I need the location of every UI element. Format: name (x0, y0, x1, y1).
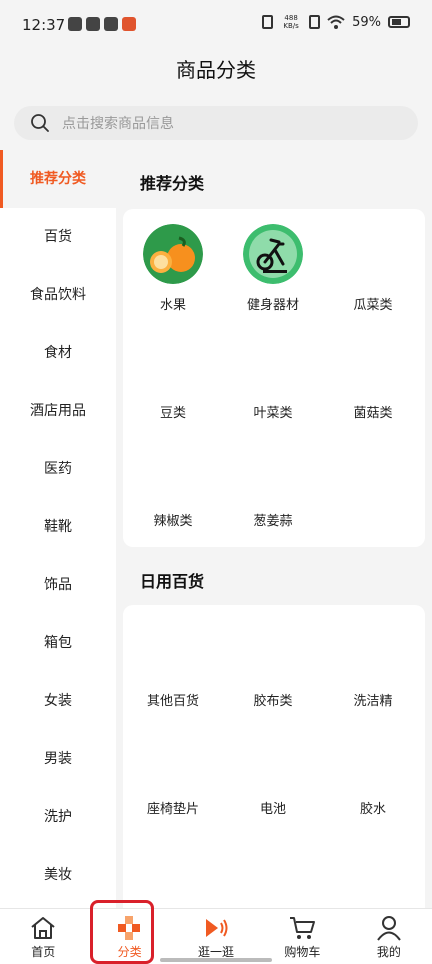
sidebar-item-mens-wear[interactable]: 男装 (0, 730, 116, 788)
category-item[interactable]: 健身器材 (223, 224, 323, 313)
category-label: 辣椒类 (153, 514, 193, 529)
category-label: 洗洁精 (353, 694, 393, 709)
home-indicator (160, 958, 272, 962)
net-speed-unit: KB/s (283, 22, 299, 30)
notification-app-icon (122, 17, 136, 31)
battery-percent: 59% (352, 14, 381, 30)
wifi-icon (327, 15, 345, 29)
net-speed-value: 488 (284, 14, 298, 22)
category-item[interactable]: 瓜菜类 (323, 294, 423, 313)
highlight-box (90, 900, 154, 964)
bottom-tab-bar: 首页 分类 逛一逛 购物车 我的 (0, 908, 432, 964)
category-item[interactable]: 其他百货 (123, 690, 223, 709)
sidebar-item-general-goods[interactable]: 百货 (0, 208, 116, 266)
recommended-card: 水果 健身器材 瓜菜类 豆类 叶菜类 菌菇类 辣椒类 葱姜蒜 (123, 209, 425, 547)
tab-home[interactable]: 首页 (0, 909, 86, 964)
profile-icon (377, 916, 401, 941)
category-item[interactable]: 胶水 (323, 798, 423, 817)
category-label: 水果 (159, 298, 186, 313)
tab-profile[interactable]: 我的 (346, 909, 432, 964)
sidebar-item-food-drinks[interactable]: 食品饮料 (0, 266, 116, 324)
tab-label: 首页 (31, 945, 56, 959)
category-item[interactable]: 洗洁精 (323, 690, 423, 709)
category-label: 瓜菜类 (353, 298, 393, 313)
tab-label: 购物车 (284, 945, 321, 959)
play-sound-icon (206, 919, 228, 937)
vibrate-icon (262, 15, 274, 29)
no-sim-icon (309, 15, 321, 29)
sidebar-item-bags[interactable]: 箱包 (0, 614, 116, 672)
category-item[interactable]: 座椅垫片 (123, 798, 223, 817)
exercise-bike-icon (243, 224, 303, 284)
tab-cart[interactable]: 购物车 (259, 909, 345, 964)
category-label: 其他百货 (146, 694, 199, 709)
section-title-daily-goods: 日用百货 (140, 572, 205, 591)
sidebar-item-medicine[interactable]: 医药 (0, 440, 116, 498)
home-icon (31, 917, 55, 939)
category-item[interactable]: 电池 (223, 798, 323, 817)
cart-icon (290, 917, 316, 939)
daily-goods-card: 其他百货 胶布类 洗洁精 座椅垫片 电池 胶水 (123, 605, 425, 908)
category-label: 电池 (259, 802, 286, 817)
tab-explore[interactable]: 逛一逛 (173, 909, 259, 964)
flower-icon (104, 17, 118, 31)
category-label: 健身器材 (246, 298, 299, 313)
sidebar-item-ingredients[interactable]: 食材 (0, 324, 116, 382)
cloud-icon (68, 17, 82, 31)
sidebar-item-accessories[interactable]: 饰品 (0, 556, 116, 614)
category-sidebar: 推荐分类 百货 食品饮料 食材 酒店用品 医药 鞋靴 饰品 箱包 女装 男装 洗… (0, 150, 116, 908)
sidebar-item-cosmetics[interactable]: 美妆 (0, 846, 116, 904)
sidebar-item-womens-wear[interactable]: 女装 (0, 672, 116, 730)
sidebar-item-recommended[interactable]: 推荐分类 (0, 150, 116, 208)
sidebar-item-shoes[interactable]: 鞋靴 (0, 498, 116, 556)
category-item[interactable]: 辣椒类 (123, 510, 223, 529)
category-label: 胶水 (359, 802, 386, 817)
category-item[interactable]: 葱姜蒜 (223, 510, 323, 529)
tab-label: 我的 (376, 945, 401, 959)
category-label: 菌菇类 (353, 406, 393, 421)
category-item[interactable]: 豆类 (123, 402, 223, 421)
category-item[interactable]: 菌菇类 (323, 402, 423, 421)
sidebar-item-hotel-supplies[interactable]: 酒店用品 (0, 382, 116, 440)
battery-icon (388, 16, 410, 28)
page-title: 商品分类 (176, 58, 256, 82)
status-time: 12:37 (22, 16, 66, 34)
category-label: 豆类 (159, 406, 186, 421)
category-content: 推荐分类 水果 健身器材 瓜菜类 豆类 叶菜类 菌菇类 辣椒类 葱姜蒜 日用百货… (116, 150, 432, 908)
category-item[interactable]: 叶菜类 (223, 402, 323, 421)
category-label: 葱姜蒜 (253, 514, 293, 529)
category-label: 叶菜类 (253, 406, 293, 421)
status-app-icons (68, 17, 136, 31)
status-bar: 12:37 488 KB/s 59% (0, 0, 432, 52)
category-item[interactable]: 水果 (123, 224, 223, 313)
category-label: 胶布类 (253, 694, 293, 709)
search-bar[interactable]: 点击搜索商品信息 (14, 106, 418, 140)
section-title-recommended: 推荐分类 (140, 174, 205, 193)
sidebar-item-personal-care[interactable]: 洗护 (0, 788, 116, 846)
search-placeholder: 点击搜索商品信息 (62, 116, 174, 132)
orange-fruit-icon (143, 224, 203, 284)
net-speed: 488 KB/s (280, 14, 302, 30)
status-indicators: 488 KB/s 59% (262, 14, 410, 30)
category-label: 座椅垫片 (146, 802, 199, 817)
category-item[interactable]: 胶布类 (223, 690, 323, 709)
leaf-icon (86, 17, 100, 31)
search-icon (31, 114, 49, 132)
